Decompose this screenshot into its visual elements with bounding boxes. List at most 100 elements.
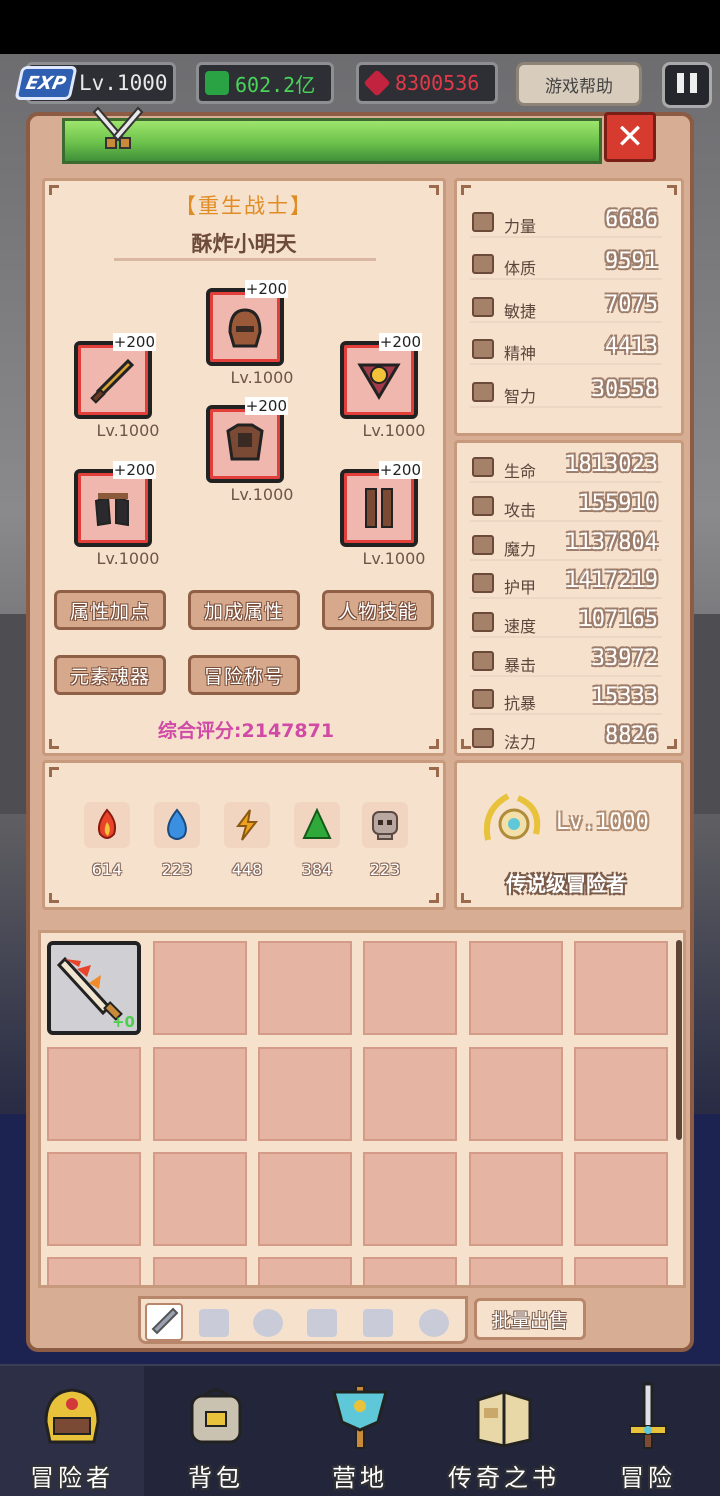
inventory-slot[interactable] [47,1152,141,1246]
bonus-attr-button[interactable]: 加成属性 [188,590,300,630]
attr-points-button[interactable]: 属性加点 [54,590,166,630]
inventory-slot[interactable] [574,941,668,1035]
water-element-icon[interactable] [154,802,200,848]
inventory-slot[interactable] [469,1047,563,1141]
inventory-slot[interactable] [363,1047,457,1141]
nav-adventurer[interactable]: 冒险者 [0,1366,144,1496]
inventory-slot-1[interactable]: +0 [47,941,141,1035]
stat-hp: 生命 1813023 [470,449,662,483]
amulet-icon [357,363,401,400]
crossed-swords-icon [92,106,144,149]
crit-resist-icon [472,689,494,709]
bulk-sell-button[interactable]: 批量出售 [474,1298,586,1340]
stat-mana: 法力 8826 [470,720,662,754]
inventory-slot[interactable] [469,941,563,1035]
pause-icon [674,73,700,97]
nav-adventure[interactable]: 冒险 [576,1366,720,1496]
dark-element-icon[interactable] [362,802,408,848]
player-level: Lv.1000 [79,71,168,95]
equip-slot-armor[interactable]: +200 [206,397,288,483]
inventory-slot[interactable] [574,1047,668,1141]
shield-filter-tab[interactable] [199,1309,229,1337]
name-divider [114,258,376,261]
red-currency-value: 8300536 [395,71,480,95]
star-icon [472,339,494,359]
equip-plus-label: +200 [112,333,156,351]
stat-spirit: 精神 4413 [470,331,662,365]
nav-backpack[interactable]: 背包 [144,1366,288,1496]
ring-filter-tab[interactable] [419,1309,449,1337]
nav-legend-book[interactable]: 传奇之书 [432,1366,576,1496]
armor-filter-tab[interactable] [307,1309,337,1337]
stat-intelligence: 智力 30558 [470,374,662,408]
equip-slot-amulet[interactable]: +200 [340,333,422,419]
inventory-slot[interactable] [258,1257,352,1285]
book-icon [476,1390,532,1448]
stat-armor: 护甲 1417219 [470,565,662,599]
wand-icon [472,535,494,555]
char-skills-button[interactable]: 人物技能 [322,590,434,630]
inventory-slot[interactable] [258,941,352,1035]
backpack-icon [190,1388,242,1444]
game-help-button[interactable]: 游戏帮助 [516,62,642,106]
brain-icon [472,382,494,402]
stat-strength: 力量 6686 [470,204,662,238]
equip-slot-weapon[interactable]: +200 [74,333,156,419]
equip-plus-label: +200 [378,461,422,479]
adventure-title-button[interactable]: 冒险称号 [188,655,300,695]
weapon-filter-tab[interactable] [145,1303,183,1341]
helmet-filter-tab[interactable] [253,1309,283,1337]
inventory-slot[interactable] [258,1047,352,1141]
equip-level: Lv.1000 [230,485,294,504]
nav-label: 背包 [188,1464,244,1492]
fire-element-icon[interactable] [84,802,130,848]
equip-plus-label: +200 [244,397,288,415]
item-plus-label: +0 [111,1013,135,1031]
equip-slot-gloves[interactable]: +200 [74,461,156,547]
earth-element-icon[interactable] [294,802,340,848]
nav-camp[interactable]: 营地 [288,1366,432,1496]
stat-constitution: 体质 9591 [470,246,662,280]
boots-icon [365,488,393,528]
crit-icon [472,651,494,671]
red-gem-icon [363,69,391,97]
star-icon [472,728,494,748]
inventory-slot[interactable] [153,1152,247,1246]
element-soul-button[interactable]: 元素魂器 [54,655,166,695]
close-button[interactable]: ✕ [604,112,656,162]
equip-level: Lv.1000 [96,549,160,568]
inventory-slot[interactable] [153,1257,247,1285]
sword-nav-icon [629,1382,667,1449]
nav-label: 冒险 [620,1464,676,1492]
inventory-slot[interactable] [574,1152,668,1246]
inventory-slot[interactable] [153,1047,247,1141]
heart-icon [472,457,494,477]
equip-level: Lv.1000 [362,421,426,440]
heart-icon [472,254,494,274]
inventory-slot[interactable] [153,941,247,1035]
inventory-slot[interactable] [469,1152,563,1246]
inventory-slot[interactable] [469,1257,563,1285]
stat-attack: 攻击 155910 [470,488,662,522]
inventory-slot[interactable] [574,1257,668,1285]
stat-speed: 速度 107165 [470,604,662,638]
strength-icon [472,212,494,232]
equip-slot-helmet[interactable]: +200 [206,280,288,366]
top-bar: Lv.1000 EXP 602.2亿 8300536 游戏帮助 [0,62,720,108]
inventory-slot[interactable] [47,1047,141,1141]
inventory-slot[interactable] [363,1257,457,1285]
lightning-element-icon[interactable] [224,802,270,848]
exp-badge-icon: EXP [14,66,78,100]
equip-slot-boots[interactable]: +200 [340,461,422,547]
inventory-slot[interactable] [47,1257,141,1285]
equip-plus-label: +200 [244,280,288,298]
pause-button[interactable] [662,62,712,108]
inventory-slot[interactable] [363,941,457,1035]
nav-label: 冒险者 [30,1464,114,1492]
inventory-scrollbar[interactable] [676,940,682,1140]
water-element-value: 223 [161,860,193,879]
pants-filter-tab[interactable] [363,1309,393,1337]
equip-level: Lv.1000 [362,549,426,568]
inventory-slot[interactable] [258,1152,352,1246]
inventory-slot[interactable] [363,1152,457,1246]
